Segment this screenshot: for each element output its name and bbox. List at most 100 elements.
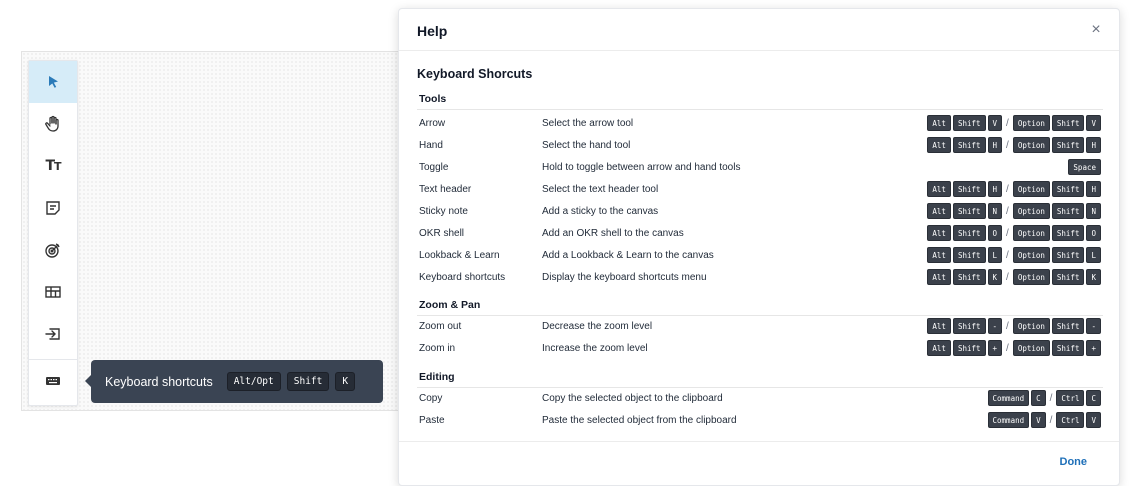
key-cap: Shift [952, 203, 986, 219]
key-cap: Option [1012, 181, 1050, 197]
key-cap: K [1086, 269, 1101, 285]
shortcut-name: Arrow [419, 118, 446, 129]
import-tool-button[interactable] [29, 313, 77, 355]
shortcut-name: Zoom in [419, 343, 456, 354]
key-cap: Alt [927, 115, 951, 131]
tool-sidebar: TT [28, 60, 78, 406]
shortcut-name: Copy [419, 393, 443, 404]
key-cap: O [987, 225, 1003, 241]
shortcut-description: Select the hand tool [542, 140, 631, 151]
close-icon[interactable]: × [1087, 21, 1105, 39]
shortcut-keys: Alt Shift N / Option Shift N [927, 203, 1101, 219]
key-cap: Option [1012, 203, 1050, 219]
shortcut-row: Hand Select the hand tool Alt Shift H / Option… [419, 135, 1101, 157]
shortcut-keys: Alt Shift + / Option Shift + [927, 340, 1101, 356]
shortcut-keys: Alt Shift - / Option Shift - [927, 318, 1101, 334]
shortcut-row: Text header Select the text header tool Al… [419, 179, 1101, 201]
shortcut-description: Add a Lookback & Learn to the canvas [542, 250, 714, 261]
shortcut-description: Copy the selected object to the clipboar… [542, 393, 723, 404]
key-separator: / [1006, 227, 1009, 239]
tooltip-label: Keyboard shortcuts [105, 374, 213, 389]
key-cap: + [987, 340, 1003, 356]
shortcut-keys: Alt Shift H / Option Shift H [927, 181, 1101, 197]
target-icon [45, 243, 60, 258]
group-divider [417, 109, 1103, 110]
keyboard-shortcuts-tool-button[interactable] [29, 359, 77, 401]
key-cap: Shift [952, 340, 986, 356]
key-cap: - [1086, 318, 1101, 334]
shortcut-description: Add an OKR shell to the canvas [542, 228, 684, 239]
key-cap: H [1086, 137, 1101, 153]
modal-title: Help [417, 23, 448, 39]
group-title: Tools [419, 93, 447, 105]
shortcut-name: OKR shell [419, 228, 465, 239]
hand-tool-button[interactable] [29, 103, 77, 145]
key-cap: Shift [952, 269, 986, 285]
key-cap: V [1086, 412, 1101, 428]
key-cap: H [987, 181, 1003, 197]
shortcut-row: Sticky note Add a sticky to the canvas Alt… [419, 201, 1101, 223]
key-separator: / [1006, 117, 1009, 129]
key-cap: Alt [927, 181, 951, 197]
shortcut-name: Keyboard shortcuts [419, 272, 506, 283]
shortcut-keys: Alt Shift H / Option Shift H [927, 137, 1101, 153]
whiteboard-canvas[interactable] [21, 51, 401, 411]
key-separator: / [1049, 392, 1053, 404]
key-cap: N [987, 203, 1003, 219]
table-icon [45, 286, 61, 298]
shortcut-name: Toggle [419, 162, 449, 173]
key-cap: Option [1012, 225, 1050, 241]
key-separator: / [1006, 320, 1009, 332]
shortcut-keys: Alt Shift V / Option Shift V [927, 115, 1101, 131]
key-cap: Shift [952, 247, 986, 263]
key-cap: Option [1012, 247, 1050, 263]
key-cap: Shift [952, 137, 986, 153]
shortcut-name: Sticky note [419, 206, 468, 217]
import-icon [45, 328, 60, 340]
shortcut-row: Zoom out Decrease the zoom level Alt Shift -… [419, 316, 1101, 338]
key-cap: C [1086, 390, 1101, 406]
shortcut-description: Paste the selected object from the clipb… [542, 415, 737, 426]
key-cap: Alt [927, 247, 951, 263]
shortcut-keys: Command C / Ctrl C [987, 390, 1101, 406]
key-cap: Option [1012, 115, 1050, 131]
tooltip-key: K [335, 372, 356, 391]
key-cap: K [987, 269, 1003, 285]
key-cap: Alt [927, 225, 951, 241]
key-cap: O [1086, 225, 1101, 241]
done-button[interactable]: Done [1060, 456, 1088, 468]
key-cap: Alt [927, 137, 951, 153]
shortcut-name: Paste [419, 415, 445, 426]
key-separator: / [1049, 414, 1053, 426]
shortcut-row: Toggle Hold to toggle between arrow and h… [419, 157, 1101, 179]
shortcut-description: Add a sticky to the canvas [542, 206, 659, 217]
group-title: Editing [419, 371, 455, 383]
sticky-note-tool-button[interactable] [29, 187, 77, 229]
shortcut-description: Select the text header tool [542, 184, 659, 195]
key-cap: Shift [952, 115, 986, 131]
key-cap: Shift [1051, 269, 1085, 285]
key-cap: Option [1012, 137, 1050, 153]
key-cap: Shift [1051, 318, 1085, 334]
key-cap: Shift [952, 318, 986, 334]
key-cap: - [987, 318, 1003, 334]
arrow-tool-button[interactable] [29, 61, 77, 103]
shortcut-description: Decrease the zoom level [542, 321, 653, 332]
key-cap: Option [1012, 269, 1050, 285]
tooltip-key: Shift [286, 372, 330, 391]
shortcut-description: Display the keyboard shortcuts menu [542, 272, 707, 283]
text-header-tool-button[interactable]: TT [29, 145, 77, 187]
shortcut-keys: Alt Shift L / Option Shift L [927, 247, 1101, 263]
key-cap: Shift [1051, 225, 1085, 241]
cursor-arrow-icon [49, 76, 58, 88]
shortcut-description: Hold to toggle between arrow and hand to… [542, 162, 741, 173]
key-cap: C [1031, 390, 1046, 406]
lookback-learn-tool-button[interactable] [29, 271, 77, 313]
hand-icon [45, 115, 59, 132]
key-cap: Command [987, 390, 1030, 406]
okr-shell-tool-button[interactable] [29, 229, 77, 271]
shortcut-name: Text header [419, 184, 472, 195]
key-cap: V [1031, 412, 1046, 428]
section-title: Keyboard Shorcuts [417, 67, 533, 81]
shortcut-keys: Command V / Ctrl V [987, 412, 1101, 428]
